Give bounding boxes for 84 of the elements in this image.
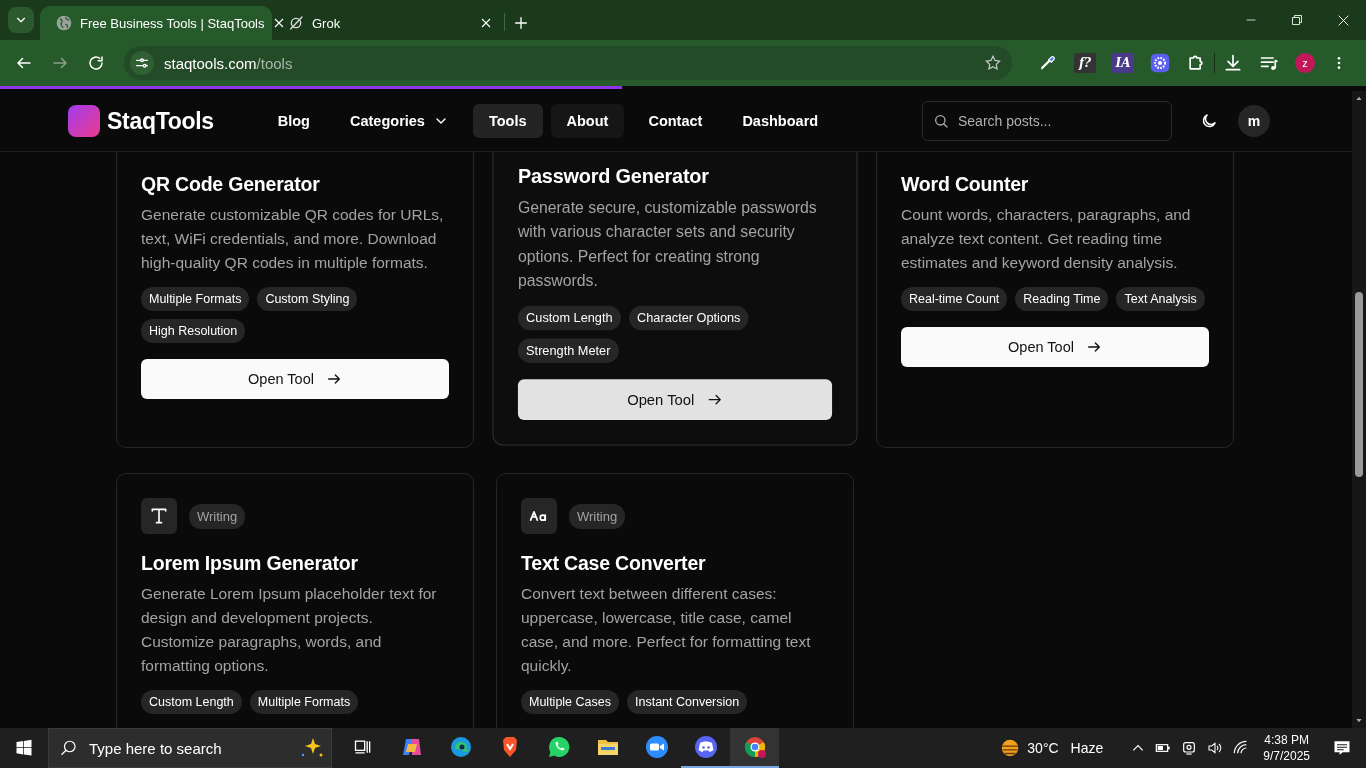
search-field[interactable]: Search posts... [922, 101, 1172, 141]
discord-icon[interactable] [693, 735, 718, 759]
search-icon [60, 739, 78, 757]
zoom-icon[interactable] [644, 735, 669, 759]
feature-tag: Custom Length [517, 305, 621, 331]
feature-tag: Instant Conversion [627, 690, 748, 714]
reload-icon [87, 54, 105, 72]
feature-tag: Custom Styling [257, 287, 358, 311]
site-logo[interactable]: StaqTools [107, 107, 214, 135]
volume-icon[interactable] [1207, 740, 1224, 756]
arrow-right-icon [325, 371, 342, 387]
logo-icon[interactable] [68, 105, 100, 137]
category-badge: Writing [189, 503, 246, 529]
theme-toggle-icon[interactable] [1200, 112, 1218, 130]
card-title: Password Generator [517, 164, 710, 190]
feature-tag: Custom Length [141, 690, 242, 714]
close-icon [1336, 13, 1350, 27]
card-title: Lorem Ipsum Generator [141, 551, 359, 576]
card-description: Generate customizable QR codes for URLs, text, WiFi credentials, and more. Download high-quality QR codes in multiple formats. [141, 205, 445, 273]
feature-tag: Multiple Cases [521, 690, 619, 714]
nav-link[interactable]: Categories [334, 104, 465, 138]
extension-icon[interactable]: IA [1112, 53, 1134, 73]
weather-temperature: 30°C [1027, 740, 1059, 756]
slashed-circle-icon [288, 15, 304, 31]
card-title: Text Case Converter [521, 551, 707, 576]
card-title: QR Code Generator [141, 172, 321, 197]
tab-close-icon[interactable] [480, 17, 492, 29]
globe-icon [56, 15, 72, 31]
user-avatar[interactable]: m [1238, 105, 1270, 137]
camera-icon[interactable] [1181, 740, 1198, 756]
windows-start-icon[interactable] [15, 739, 33, 757]
tab-search-button[interactable] [8, 7, 34, 33]
star-icon[interactable] [984, 54, 1002, 72]
open-tool-button[interactable]: Open Tool [517, 379, 833, 421]
nav-link[interactable]: About [550, 104, 625, 138]
feature-tag: Text Analysis [1116, 287, 1205, 311]
scroll-up-icon[interactable] [1355, 94, 1363, 102]
download-icon[interactable] [1223, 53, 1243, 73]
nav-link[interactable]: Tools [472, 104, 543, 138]
feature-tag: High Resolution [141, 319, 246, 343]
puzzle-icon[interactable] [1186, 53, 1206, 73]
url-text: staqtools.com/tools [164, 54, 294, 72]
weather-condition: Haze [1070, 740, 1104, 756]
browser-tab[interactable]: Grok [272, 6, 504, 40]
address-bar[interactable]: staqtools.com/tools [124, 46, 1012, 80]
feature-tag: Multiple Formats [249, 690, 359, 714]
tab-title: Grok [312, 15, 342, 31]
open-tool-button[interactable]: Open Tool [901, 327, 1209, 367]
chrome-icon[interactable] [742, 735, 767, 759]
plus-icon [513, 15, 529, 31]
feature-tag: Reading Time [1015, 287, 1109, 311]
scrollbar-thumb[interactable] [1355, 292, 1363, 477]
nav-link[interactable]: Contact [632, 104, 719, 138]
taskbar-search-field[interactable]: Type here to search [48, 728, 332, 768]
eyedropper-icon[interactable] [1038, 53, 1058, 73]
profile-avatar[interactable]: z [1295, 53, 1315, 73]
site-settings-icon [134, 55, 150, 71]
nav-link[interactable]: Dashboard [726, 104, 835, 138]
feature-tag: Character Options [628, 305, 749, 331]
card-title: Word Counter [901, 172, 1030, 197]
card-description: Generate secure, customizable passwords with various character sets and security options. Perfect for creating strong passwords. [517, 197, 818, 292]
flower-icon[interactable] [1150, 53, 1170, 73]
text-icon [149, 506, 169, 526]
edge-icon[interactable] [448, 735, 473, 759]
feature-tag: Real-time Count [901, 287, 1008, 311]
card-description: Convert text between different cases: uppercase, lowercase, title case, camel case, and more. Perfect for formatting text quickly. [521, 584, 812, 676]
clock-date[interactable]: 9/7/2025 [1263, 748, 1310, 764]
clock-time[interactable]: 4:38 PM [1264, 732, 1309, 748]
scroll-down-icon[interactable] [1355, 717, 1363, 725]
feature-tag: Multiple Formats [141, 287, 250, 311]
category-badge: Writing [569, 503, 626, 529]
search-icon [933, 113, 949, 129]
restore-icon [1291, 14, 1303, 26]
whatsapp-icon[interactable] [546, 735, 571, 759]
tab-title: Free Business Tools | StaqTools [80, 15, 265, 31]
feature-tag: Strength Meter [517, 338, 619, 363]
extension-icon[interactable]: f? [1074, 53, 1096, 73]
card-description: Generate Lorem Ipsum placeholder text for design and development projects. Customize paragraphs, words, and formatting options. [141, 584, 438, 676]
tab-close-icon[interactable] [272, 17, 285, 29]
new-tab-button[interactable] [513, 15, 529, 31]
open-tool-button[interactable]: Open Tool [141, 359, 449, 399]
card-description: Count words, characters, paragraphs, and analyze text content. Get reading time estimates and keyword density analysis. [901, 205, 1192, 273]
arrow-right-icon [1085, 339, 1102, 355]
nav-link[interactable]: Blog [261, 104, 326, 138]
